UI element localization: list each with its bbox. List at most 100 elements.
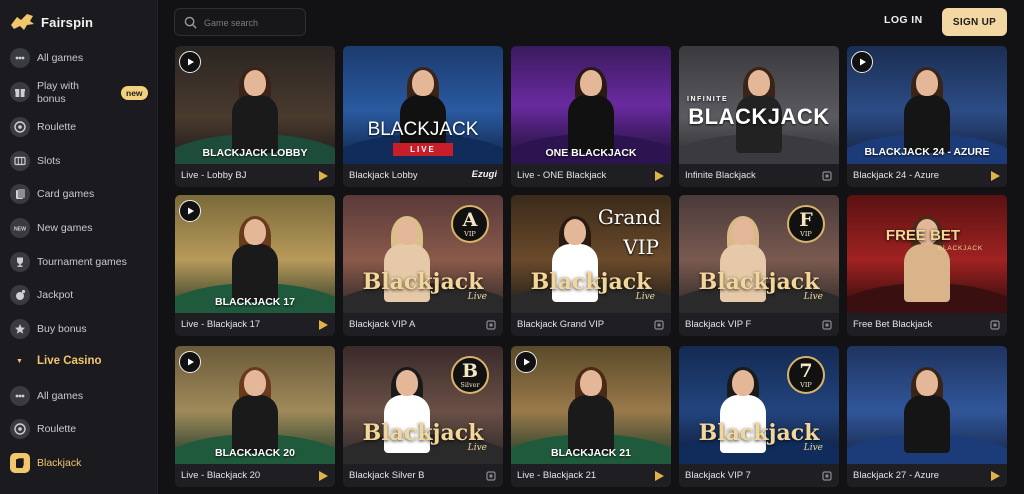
game-name[interactable]: Blackjack Silver B bbox=[349, 470, 425, 481]
evolution-provider-icon bbox=[485, 318, 497, 330]
game-card[interactable]: FREE BET BLACKJACK Free Bet Blackjack bbox=[847, 195, 1007, 336]
thumbnail-subtitle: LIVE bbox=[393, 143, 453, 156]
provider-logo: Ezugi bbox=[471, 169, 497, 180]
thumbnail-subtitle: Live bbox=[803, 443, 823, 453]
game-card[interactable]: ONE BLACKJACK Live - ONE Blackjack bbox=[511, 46, 671, 187]
dealer-illustration bbox=[229, 367, 281, 453]
game-name[interactable]: Blackjack 27 - Azure bbox=[853, 470, 939, 481]
pragmatic-play-provider-icon bbox=[653, 469, 665, 481]
evolution-provider-icon bbox=[821, 169, 833, 181]
game-card[interactable]: F VIP Blackjack Live Blackjack VIP F bbox=[679, 195, 839, 336]
game-thumbnail[interactable]: FREE BET BLACKJACK bbox=[847, 195, 1007, 313]
login-button[interactable]: LOG IN bbox=[884, 14, 923, 26]
game-card[interactable]: B Silver Blackjack Live Blackjack Silver B bbox=[343, 346, 503, 487]
game-name[interactable]: Live - Blackjack 21 bbox=[517, 470, 596, 481]
thumbnail-subtitle: Live bbox=[467, 292, 487, 302]
game-thumbnail[interactable]: BLACKJACK 20 bbox=[175, 346, 335, 464]
game-thumbnail[interactable]: A VIP Blackjack Live bbox=[343, 195, 503, 313]
roulette-icon bbox=[10, 117, 30, 137]
evolution-provider-icon bbox=[821, 469, 833, 481]
game-thumbnail[interactable]: BLACKJACK LIVE bbox=[343, 46, 503, 164]
grand-vip: VIP bbox=[623, 235, 659, 259]
game-thumbnail[interactable]: 7 VIP Blackjack Live bbox=[679, 346, 839, 464]
game-thumbnail[interactable]: BLACKJACK 17 bbox=[175, 195, 335, 313]
vip-badge: F VIP bbox=[787, 205, 825, 243]
game-card[interactable]: 7 VIP Blackjack Live Blackjack VIP 7 bbox=[679, 346, 839, 487]
vip-badge: A VIP bbox=[451, 205, 489, 243]
slots-icon bbox=[10, 151, 30, 171]
game-card[interactable]: INFINITE BLACKJACK Infinite Blackjack bbox=[679, 46, 839, 187]
lion-logo-icon bbox=[11, 14, 34, 30]
thumbnail-subtitle: Live bbox=[635, 292, 655, 302]
grand-title: Grand bbox=[597, 205, 661, 229]
sidebar-item-label: Blackjack bbox=[37, 457, 82, 469]
new-badge: new bbox=[121, 86, 148, 100]
pragmatic-play-provider-icon bbox=[317, 318, 329, 330]
pragmatic-play-provider-icon bbox=[317, 469, 329, 481]
dealer-illustration bbox=[901, 367, 953, 453]
game-name[interactable]: Blackjack VIP F bbox=[685, 319, 751, 330]
game-name[interactable]: Blackjack VIP 7 bbox=[685, 470, 751, 481]
section-label: Live Casino bbox=[37, 355, 102, 367]
game-thumbnail[interactable]: Grand VIP Blackjack Live bbox=[511, 195, 671, 313]
game-thumbnail[interactable]: BLACKJACK 21 bbox=[511, 346, 671, 464]
cards-icon bbox=[10, 184, 30, 204]
game-thumbnail[interactable]: BLACKJACK 24 - AZURE bbox=[847, 46, 1007, 164]
game-search[interactable] bbox=[174, 8, 306, 36]
game-card[interactable]: BLACKJACK 20 Live - Blackjack 20 bbox=[175, 346, 335, 487]
game-card[interactable]: BLACKJACK 21 Live - Blackjack 21 bbox=[511, 346, 671, 487]
gift-icon bbox=[10, 82, 30, 102]
game-card[interactable]: BLACKJACK LIVE Blackjack Lobby Ezugi bbox=[343, 46, 503, 187]
game-card[interactable]: BLACKJACK 24 - AZURE Blackjack 24 - Azure bbox=[847, 46, 1007, 187]
game-card[interactable]: Blackjack 27 - Azure bbox=[847, 346, 1007, 487]
game-name[interactable]: Infinite Blackjack bbox=[685, 170, 756, 181]
brand-name: Fairspin bbox=[41, 14, 94, 30]
game-thumbnail[interactable]: BLACKJACK LOBBY bbox=[175, 46, 335, 164]
vip-letter: 7 bbox=[799, 359, 813, 382]
search-input[interactable] bbox=[204, 15, 300, 30]
game-card[interactable]: Grand VIP Blackjack Live Blackjack Grand VIP bbox=[511, 195, 671, 336]
game-name[interactable]: Blackjack VIP A bbox=[349, 319, 415, 330]
thumbnail-title: FREE BET bbox=[885, 227, 961, 244]
sidebar-item-label: Tournament games bbox=[37, 256, 127, 268]
star-icon bbox=[10, 319, 30, 339]
game-info-bar: Blackjack Grand VIP bbox=[511, 313, 671, 336]
search-icon bbox=[184, 16, 197, 29]
game-name[interactable]: Blackjack Grand VIP bbox=[517, 319, 604, 330]
game-name[interactable]: Blackjack 24 - Azure bbox=[853, 170, 939, 181]
game-name[interactable]: Live - Blackjack 20 bbox=[181, 470, 260, 481]
evolution-provider-icon bbox=[821, 318, 833, 330]
game-card[interactable]: BLACKJACK 17 Live - Blackjack 17 bbox=[175, 195, 335, 336]
game-name[interactable]: Live - Blackjack 17 bbox=[181, 319, 260, 330]
sidebar-item-label: Jackpot bbox=[37, 289, 74, 301]
game-thumbnail[interactable]: F VIP Blackjack Live bbox=[679, 195, 839, 313]
game-thumbnail[interactable]: ONE BLACKJACK bbox=[511, 46, 671, 164]
vip-sub: VIP bbox=[800, 229, 812, 238]
game-name[interactable]: Blackjack Lobby bbox=[349, 170, 418, 181]
thumbnail-title: BLACKJACK LOBBY bbox=[202, 147, 308, 159]
game-info-bar: Blackjack Silver B bbox=[343, 464, 503, 487]
sidebar-item-label: Card games bbox=[37, 188, 95, 200]
game-card[interactable]: A VIP Blackjack Live Blackjack VIP A bbox=[343, 195, 503, 336]
blackjack-icon bbox=[10, 453, 30, 473]
sidebar: Fairspin All games Play with bonus new Roul… bbox=[0, 0, 158, 494]
thumbnail-title: BLACKJACK 24 - AZURE bbox=[864, 146, 990, 158]
thumbnail-title: BLACKJACK 17 bbox=[215, 296, 295, 308]
dots-icon bbox=[10, 386, 30, 406]
game-name[interactable]: Live - Lobby BJ bbox=[181, 170, 246, 181]
game-thumbnail[interactable]: INFINITE BLACKJACK bbox=[679, 46, 839, 164]
game-name[interactable]: Free Bet Blackjack bbox=[853, 319, 932, 330]
play-badge-icon bbox=[179, 200, 201, 222]
play-badge-icon bbox=[179, 351, 201, 373]
game-thumbnail[interactable]: B Silver Blackjack Live bbox=[343, 346, 503, 464]
brand-logo[interactable]: Fairspin bbox=[9, 10, 93, 34]
dealer-illustration bbox=[901, 67, 953, 153]
game-card[interactable]: BLACKJACK LOBBY Live - Lobby BJ bbox=[175, 46, 335, 187]
game-thumbnail[interactable] bbox=[847, 346, 1007, 464]
game-name[interactable]: Live - ONE Blackjack bbox=[517, 170, 606, 181]
signup-button[interactable]: SIGN UP bbox=[942, 8, 1007, 36]
thumbnail-subtitle: BLACKJACK bbox=[937, 245, 983, 252]
play-badge-icon bbox=[515, 351, 537, 373]
game-grid: BLACKJACK LOBBY Live - Lobby BJ BLACKJACK L… bbox=[175, 46, 1008, 494]
play-badge-icon bbox=[179, 51, 201, 73]
